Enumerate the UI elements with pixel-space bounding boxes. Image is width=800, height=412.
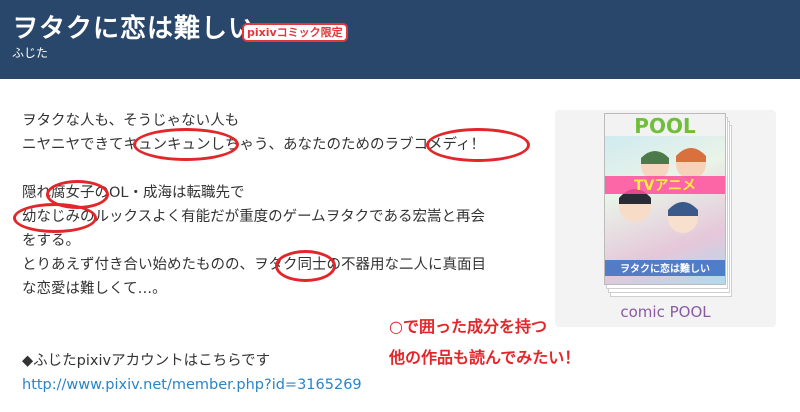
annotation-line-1: ○で囲った成分を持つ: [389, 317, 547, 336]
annotation-line-2: 他の作品も読んでみたい！: [389, 348, 581, 367]
description-line: 幼なじみのルックスよく有能だが重度のゲームヲタクである宏嵩と再会: [22, 209, 485, 225]
pixiv-comic-exclusive-badge: pixivコミック限定: [242, 23, 348, 42]
cover-logo: POOL: [634, 114, 696, 138]
description-line: ヲタクな人も、そうじゃない人も: [22, 113, 240, 129]
magazine-caption[interactable]: comic POOL: [555, 303, 776, 321]
cover-illustration: POOL TVアニメ ヲタクに恋は難しい: [605, 114, 725, 276]
description-line: とりあえず付き合い始めたものの、ヲタク同士の不器用な二人に真面目: [22, 257, 486, 273]
description-line: な恋愛は難しくて…。: [22, 281, 167, 297]
magazine-stack: POOL TVアニメ ヲタクに恋は難しい: [604, 113, 732, 297]
work-title: ヲタクに恋は難しい: [12, 14, 256, 44]
author-link[interactable]: ふじた: [12, 44, 48, 61]
description-line: ニヤニヤできてキュンキュンしちゃう、あなたのためのラブコメディ！: [22, 137, 485, 153]
description-line: 隠れ腐女子のOL・成海は転職先で: [22, 185, 245, 201]
work-header: ヲタクに恋は難しい pixivコミック限定 ふじた: [0, 0, 800, 79]
description-blank-line: [22, 157, 552, 181]
cover-work-title: ヲタクに恋は難しい: [620, 262, 710, 275]
magazine-cover-image: POOL TVアニメ ヲタクに恋は難しい: [604, 113, 726, 285]
description-line: をする。: [22, 233, 80, 249]
author-account-link[interactable]: http://www.pixiv.net/member.php?id=31652…: [22, 377, 362, 393]
magazine-cover-card[interactable]: POOL TVアニメ ヲタクに恋は難しい comic POOL: [555, 110, 776, 327]
cover-anime-band: TVアニメ: [634, 178, 696, 194]
